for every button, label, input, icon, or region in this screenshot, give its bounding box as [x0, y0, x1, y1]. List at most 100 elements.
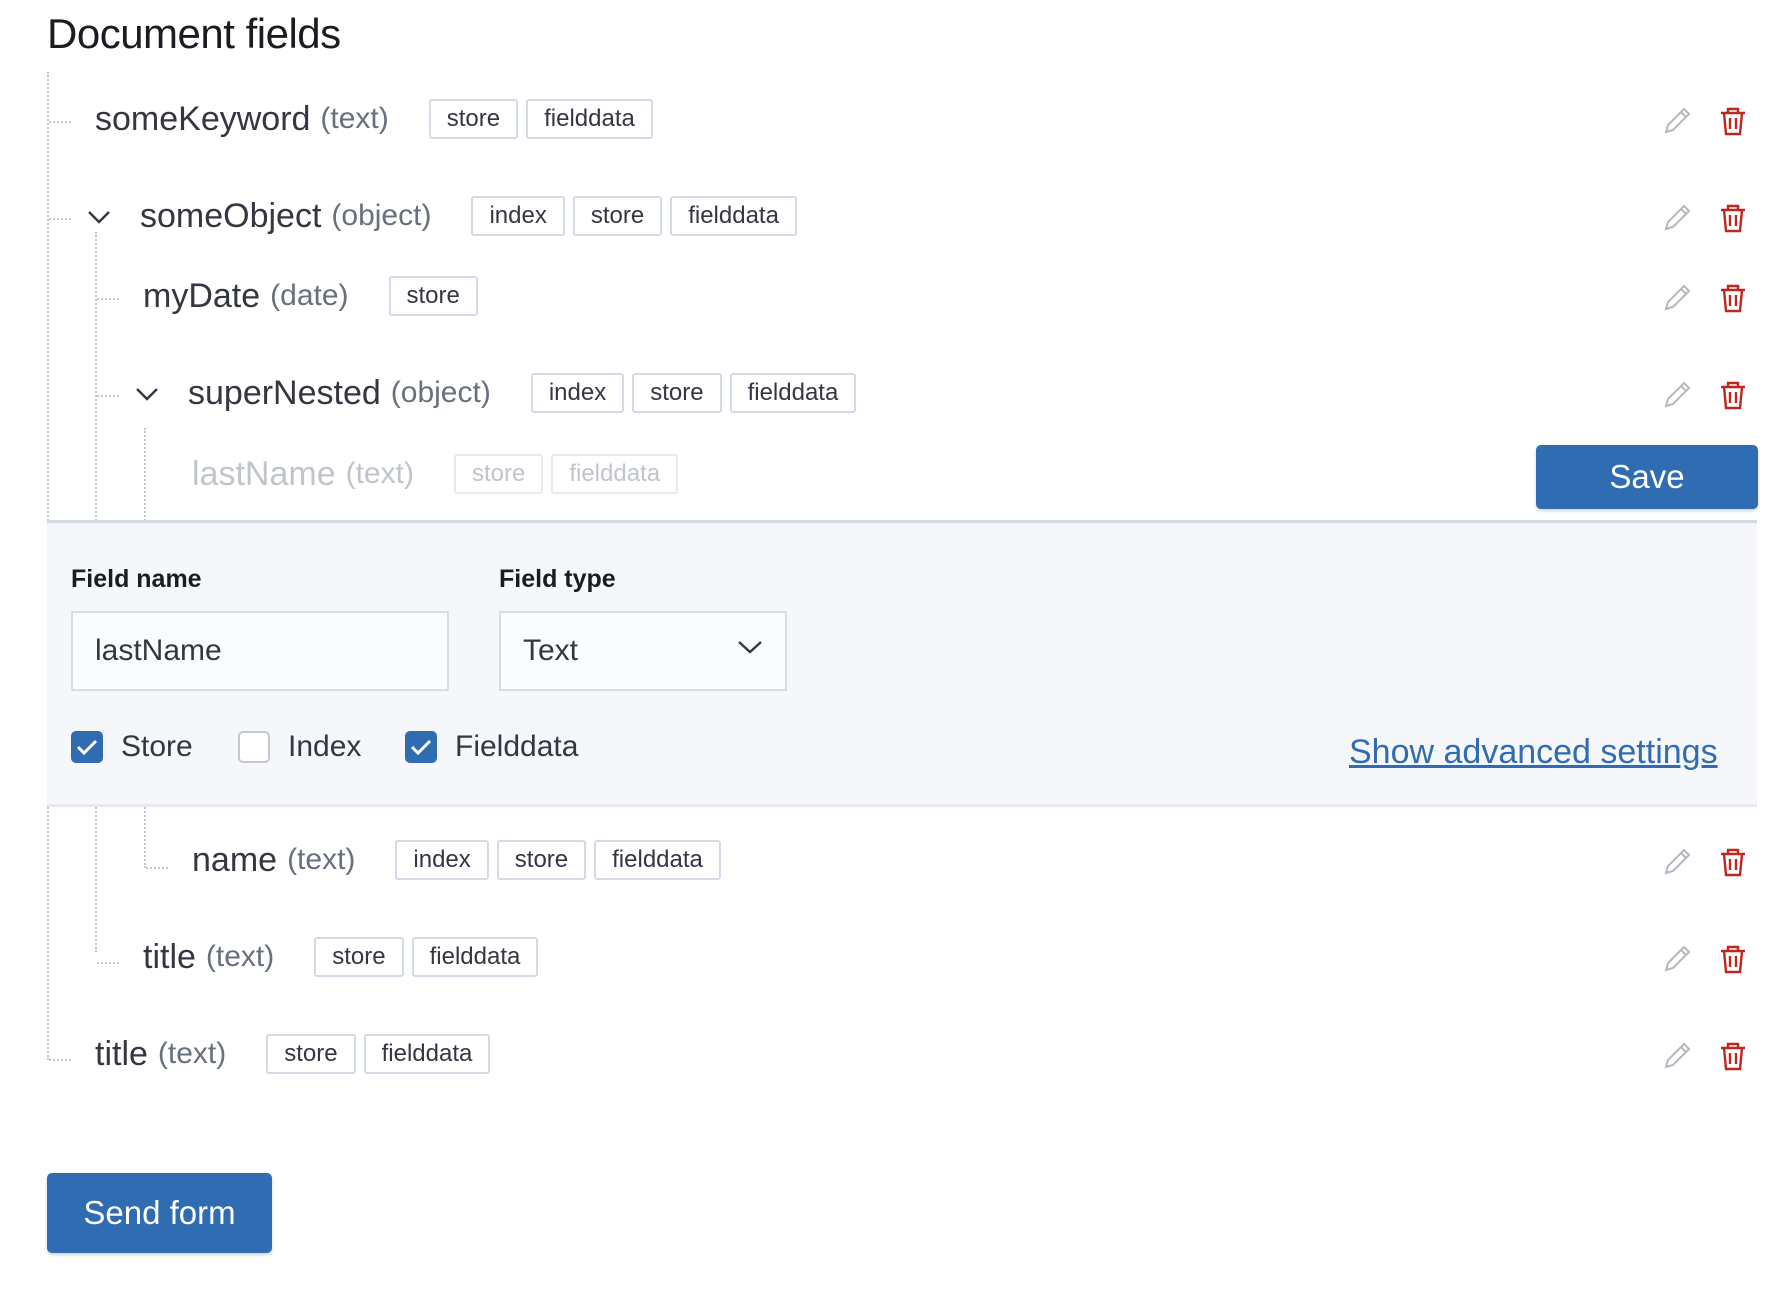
field-row: superNested (object) index store fieldda… [188, 373, 864, 413]
field-row: title (text) store fielddata [143, 937, 546, 977]
field-name: name [192, 840, 278, 879]
field-badges: store fielddata [314, 937, 546, 977]
row-actions [1660, 201, 1750, 235]
row-actions [1660, 1039, 1750, 1073]
field-badges: store fielddata [266, 1034, 498, 1074]
badge: store [572, 196, 663, 236]
tree-branch [146, 867, 168, 869]
row-actions [1660, 281, 1750, 315]
pencil-icon[interactable] [1660, 201, 1694, 235]
trash-icon[interactable] [1716, 1039, 1750, 1073]
chevron-down-icon[interactable] [86, 204, 112, 230]
field-row: someKeyword (text) store fielddata [95, 99, 661, 139]
page-title: Document fields [47, 10, 341, 57]
save-button[interactable]: Save [1536, 445, 1758, 509]
badge: store [428, 99, 519, 139]
field-type: (date) [270, 279, 349, 312]
field-type: (object) [331, 199, 432, 232]
field-badges: store fielddata [428, 99, 661, 139]
checkbox-label: Fielddata [455, 730, 579, 763]
field-badges: index store fielddata [530, 373, 864, 413]
index-checkbox[interactable]: Index [238, 730, 361, 764]
pencil-icon[interactable] [1660, 378, 1694, 412]
field-name: title [95, 1034, 148, 1073]
badge: index [395, 840, 489, 880]
badge: store [632, 373, 722, 413]
field-name: title [143, 937, 196, 976]
row-actions [1660, 942, 1750, 976]
pencil-icon[interactable] [1660, 845, 1694, 879]
show-advanced-settings-link[interactable]: Show advanced settings [1349, 733, 1718, 772]
field-type-label: Field type [499, 565, 616, 593]
field-type: (text) [345, 457, 414, 490]
tree-branch [49, 121, 71, 123]
field-badges: store [388, 276, 486, 316]
checkbox-label: Store [121, 730, 193, 763]
trash-icon[interactable] [1716, 281, 1750, 315]
field-name-label: Field name [71, 565, 202, 593]
trash-icon[interactable] [1716, 942, 1750, 976]
badge: fielddata [411, 937, 539, 977]
pencil-icon[interactable] [1660, 104, 1694, 138]
badge: store [388, 276, 478, 316]
checkbox-checked[interactable] [71, 731, 103, 763]
send-form-button[interactable]: Send form [47, 1173, 272, 1253]
chevron-down-icon[interactable] [134, 381, 160, 407]
field-badges: store fielddata [453, 454, 686, 494]
tree-branch [49, 1059, 71, 1061]
row-actions [1660, 104, 1750, 138]
field-name: myDate [143, 276, 261, 315]
trash-icon[interactable] [1716, 378, 1750, 412]
field-type: (text) [287, 843, 356, 876]
trash-icon[interactable] [1716, 845, 1750, 879]
trash-icon[interactable] [1716, 201, 1750, 235]
trash-icon[interactable] [1716, 104, 1750, 138]
badge: store [453, 454, 544, 494]
field-row: someObject (object) index store fielddat… [140, 196, 805, 236]
tree-branch [97, 962, 119, 964]
checkbox-unchecked[interactable] [238, 731, 270, 763]
field-type: (text) [157, 1037, 227, 1070]
pencil-icon[interactable] [1660, 1039, 1694, 1073]
badge: fielddata [363, 1034, 491, 1074]
field-name: superNested [188, 373, 381, 412]
badge: index [471, 196, 565, 236]
chevron-down-icon [738, 641, 762, 654]
checkbox-checked[interactable] [405, 731, 437, 763]
badge: fielddata [594, 840, 721, 880]
fielddata-checkbox[interactable]: Fielddata [405, 730, 578, 764]
field-badges: index store fielddata [471, 196, 804, 236]
store-checkbox[interactable]: Store [71, 730, 193, 764]
field-type: (object) [390, 376, 491, 409]
field-type-value: Text [523, 634, 579, 667]
field-type: (text) [205, 940, 275, 973]
row-actions [1660, 845, 1750, 879]
badge: store [314, 937, 404, 977]
field-row: myDate (date) store [143, 276, 486, 316]
edit-field-panel: Field name lastName Field type Text Stor… [47, 520, 1757, 807]
badge: fielddata [526, 99, 653, 139]
field-badges: index store fielddata [395, 840, 728, 880]
field-row-editing: lastName (text) store fielddata [192, 454, 686, 494]
badge: store [266, 1034, 356, 1074]
badge: fielddata [551, 454, 679, 494]
badge: index [530, 373, 625, 413]
row-actions [1660, 378, 1750, 412]
badge: store [496, 840, 587, 880]
tree-branch [97, 395, 119, 397]
field-row: title (text) store fielddata [95, 1034, 498, 1074]
checkbox-label: Index [288, 730, 362, 763]
tree-branch [97, 298, 119, 300]
field-row: name (text) index store fielddata [192, 840, 729, 880]
badge: fielddata [670, 196, 797, 236]
field-name: someObject [140, 196, 322, 235]
field-name: lastName [192, 454, 336, 493]
pencil-icon[interactable] [1660, 942, 1694, 976]
pencil-icon[interactable] [1660, 281, 1694, 315]
field-name: someKeyword [95, 99, 311, 138]
field-type: (text) [320, 102, 389, 135]
field-name-input[interactable]: lastName [71, 611, 449, 691]
tree-branch [49, 218, 71, 220]
field-type-select[interactable]: Text [499, 611, 787, 691]
badge: fielddata [729, 373, 857, 413]
